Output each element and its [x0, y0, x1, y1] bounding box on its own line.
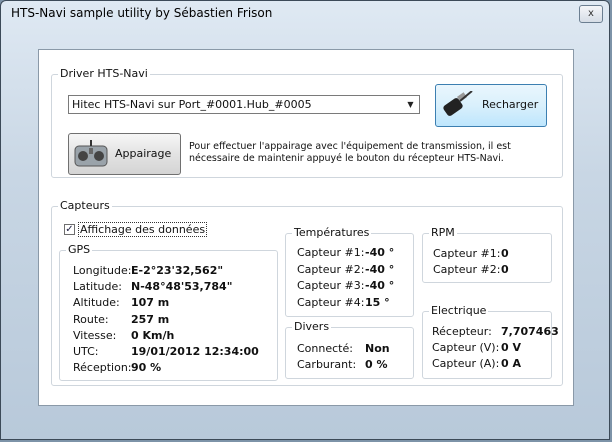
gps-value: E-2°23'32,562": [131, 264, 224, 277]
port-select-value: Hitec HTS-Navi sur Port_#0001.Hub_#0005: [72, 98, 312, 111]
chevron-down-icon[interactable]: ▼: [404, 98, 417, 111]
close-button[interactable]: x: [579, 5, 603, 23]
rpm-label: RPM: [429, 226, 457, 239]
window-title: HTS-Navi sample utility by Sébastien Fri…: [11, 6, 273, 20]
app-window: HTS-Navi sample utility by Sébastien Fri…: [0, 0, 610, 440]
rpm-value: 0: [501, 247, 509, 260]
gps-key: Longitude:: [73, 264, 132, 277]
temperature-key: Capteur #3:: [297, 279, 365, 292]
gps-label: GPS: [66, 243, 93, 256]
gps-value: 0 Km/h: [131, 329, 175, 342]
temperature-value: -40 °: [365, 279, 395, 292]
electrique-value: 0 A: [501, 357, 521, 370]
divers-label: Divers: [292, 320, 332, 333]
temperature-value: -40 °: [365, 246, 395, 259]
divers-key: Connecté:: [297, 342, 353, 355]
electrique-value: 0 V: [501, 341, 521, 354]
electrique-key: Capteur (V):: [432, 341, 500, 354]
client-area: Driver HTS-Navi Hitec HTS-Navi sur Port_…: [38, 49, 574, 406]
rpm-value: 0: [501, 263, 509, 276]
gps-key: Route:: [73, 313, 109, 326]
temperature-value: -40 °: [365, 263, 395, 276]
usb-dongle-icon: [443, 91, 473, 116]
reload-button-label: Recharger: [482, 98, 539, 111]
pair-button[interactable]: Appairage: [68, 133, 181, 175]
gps-value: 90 %: [131, 361, 162, 374]
electrique-key: Capteur (A):: [432, 357, 500, 370]
temperature-value: 15 °: [365, 296, 390, 309]
pair-description: Pour effectuer l'appairage avec l'équipe…: [189, 141, 511, 164]
gps-value: N-48°48'53,784": [131, 280, 233, 293]
gps-key: Vitesse:: [73, 329, 117, 342]
gps-value: 107 m: [131, 296, 170, 309]
rpm-key: Capteur #1:: [433, 247, 501, 260]
gps-key: Altitude:: [73, 296, 120, 309]
divers-value: 0 %: [365, 358, 388, 371]
sensors-group-label: Capteurs: [58, 199, 112, 212]
electrique-key: Récepteur:: [432, 325, 492, 338]
temperatures-label: Températures: [292, 226, 372, 239]
gps-value: 257 m: [131, 313, 170, 326]
electrique-label: Electrique: [429, 304, 489, 317]
show-data-label[interactable]: Affichage des données: [78, 222, 208, 237]
divers-key: Carburant:: [297, 358, 357, 371]
driver-group-label: Driver HTS-Navi: [58, 67, 150, 80]
show-data-checkbox[interactable]: ✓: [64, 224, 75, 235]
port-select[interactable]: Hitec HTS-Navi sur Port_#0001.Hub_#0005 …: [68, 95, 420, 114]
gps-key: UTC:: [73, 345, 99, 358]
temperature-key: Capteur #1:: [297, 246, 365, 259]
gps-key: Réception:: [73, 361, 132, 374]
gps-key: Latitude:: [73, 280, 122, 293]
reload-button[interactable]: Recharger: [435, 84, 547, 127]
transmitter-icon: [74, 140, 108, 167]
rpm-key: Capteur #2:: [433, 263, 501, 276]
temperature-key: Capteur #2:: [297, 263, 365, 276]
divers-value: Non: [365, 342, 390, 355]
pair-button-label: Appairage: [115, 147, 172, 160]
temperature-key: Capteur #4:: [297, 296, 365, 309]
gps-value: 19/01/2012 12:34:00: [131, 345, 259, 358]
electrique-value: 7,707463: [501, 325, 559, 338]
